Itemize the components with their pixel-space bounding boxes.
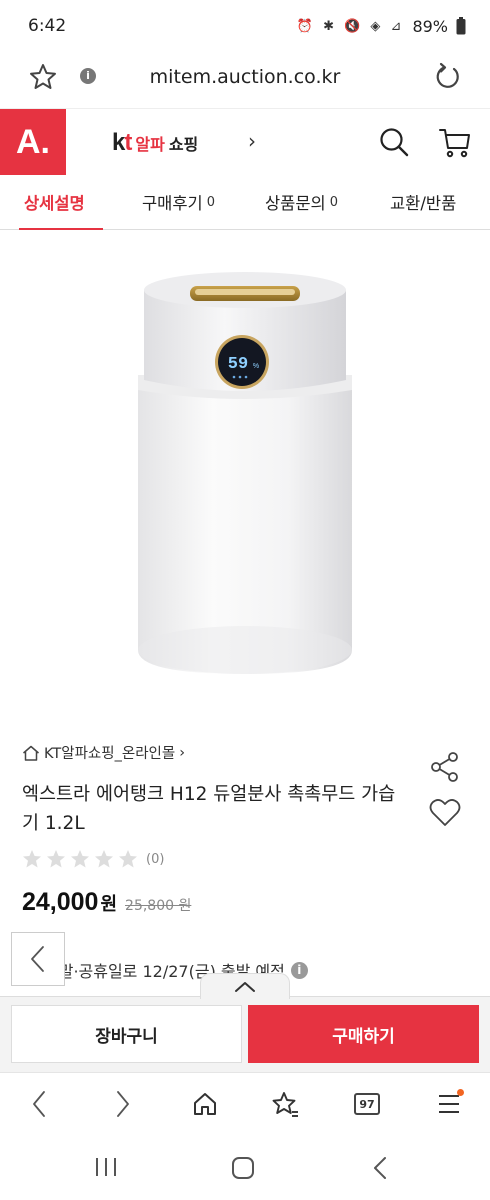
status-bar: 6:42 ⏰ ✱ 🔇 ◈ ⊿ 89% [0, 0, 490, 52]
tab-details[interactable]: 상세설명 [19, 174, 103, 231]
system-back-icon[interactable] [372, 1156, 388, 1180]
cart-icon[interactable] [438, 125, 472, 159]
purchase-bar: 장바구니 구매하기 [0, 973, 490, 1072]
menu-icon [439, 1095, 459, 1113]
tab-count: 97 [354, 1093, 380, 1115]
share-icon[interactable] [428, 750, 462, 784]
browser-nav: 97 [0, 1072, 490, 1136]
status-right: ⏰ ✱ 🔇 ◈ ⊿ 89% [297, 17, 466, 36]
back-button[interactable] [11, 932, 65, 986]
original-price: 25,800 원 [125, 898, 192, 914]
star-icon [47, 850, 65, 868]
breadcrumb-chevron-icon: › [179, 744, 186, 761]
browser-forward-button[interactable] [106, 1087, 140, 1121]
price-row: 24,000 원 25,800 원 [22, 888, 191, 917]
brand-shop: 쇼핑 [168, 135, 199, 154]
chevron-right-icon [117, 1091, 129, 1117]
tab-reviews[interactable]: 구매후기 0 [142, 174, 215, 230]
rating: (0) [22, 849, 164, 869]
browser-back-button[interactable] [22, 1087, 56, 1121]
url-text[interactable]: mitem.auction.co.kr [0, 66, 490, 88]
battery-text: 89% [412, 16, 448, 36]
battery-icon [456, 17, 466, 35]
breadcrumb-label: KT알파쇼핑_온라인몰 [44, 746, 176, 762]
sale-price: 24,000 [22, 888, 99, 916]
site-header: A. kt 알파 쇼핑 › [0, 108, 490, 175]
humidity-display-value: 59 [228, 355, 248, 374]
brand-chevron-icon[interactable]: › [248, 129, 256, 153]
info-icon[interactable]: i [290, 961, 308, 979]
star-icon [71, 850, 89, 868]
recent-apps-icon[interactable] [94, 1156, 118, 1178]
tab-exchange-return[interactable]: 교환/반품 [390, 174, 456, 230]
heart-icon[interactable] [428, 796, 462, 830]
star-icon [95, 850, 113, 868]
star-icon [119, 850, 137, 868]
chevron-up-icon [235, 981, 255, 992]
rating-count[interactable]: (0) [146, 852, 164, 867]
search-icon[interactable] [378, 126, 410, 158]
notification-dot [457, 1089, 464, 1096]
browser-tabs-button[interactable]: 97 [350, 1087, 384, 1121]
kt-logo: kt [112, 129, 132, 156]
humidity-display-unit: % [253, 363, 259, 370]
status-icons: ⏰ ✱ 🔇 ◈ ⊿ [296, 18, 405, 34]
tab-qna[interactable]: 상품문의 0 [265, 174, 338, 230]
add-to-cart-button[interactable]: 장바구니 [11, 1005, 242, 1063]
product-tabs: 상세설명 구매후기 0 상품문의 0 교환/반품 [0, 174, 490, 231]
browser-menu-button[interactable] [432, 1087, 466, 1121]
buy-now-button[interactable]: 구매하기 [248, 1005, 479, 1063]
review-count: 0 [206, 194, 216, 210]
breadcrumb[interactable]: KT알파쇼핑_온라인몰 › [22, 742, 185, 763]
qna-count: 0 [329, 194, 339, 210]
chevron-left-icon [31, 946, 44, 972]
chevron-left-icon [33, 1091, 45, 1117]
auction-logo[interactable]: A. [0, 109, 66, 175]
home-icon [194, 1093, 216, 1115]
expand-handle[interactable] [200, 973, 290, 999]
status-time: 6:42 [28, 16, 67, 36]
browser-home-button[interactable] [188, 1087, 222, 1121]
browser-url-bar: i mitem.auction.co.kr [0, 52, 490, 108]
brand-alpha: 알파 [135, 135, 165, 154]
product-image[interactable]: 59 % [0, 230, 490, 730]
product-title: 엑스트라 에어탱크 H12 듀얼분사 촉촉무드 가습기 1.2L [22, 784, 396, 834]
system-nav [0, 1136, 490, 1200]
humidifier-image: 59 % [138, 272, 352, 674]
price-unit: 원 [100, 894, 118, 915]
home-icon [23, 745, 39, 761]
star-add-icon [272, 1092, 298, 1117]
browser-bookmarks-button[interactable] [268, 1087, 302, 1121]
reload-icon[interactable] [432, 62, 462, 92]
star-icon [23, 850, 41, 868]
system-home-icon[interactable] [231, 1156, 255, 1180]
kt-alpha-shopping-brand[interactable]: kt 알파 쇼핑 [112, 129, 198, 157]
